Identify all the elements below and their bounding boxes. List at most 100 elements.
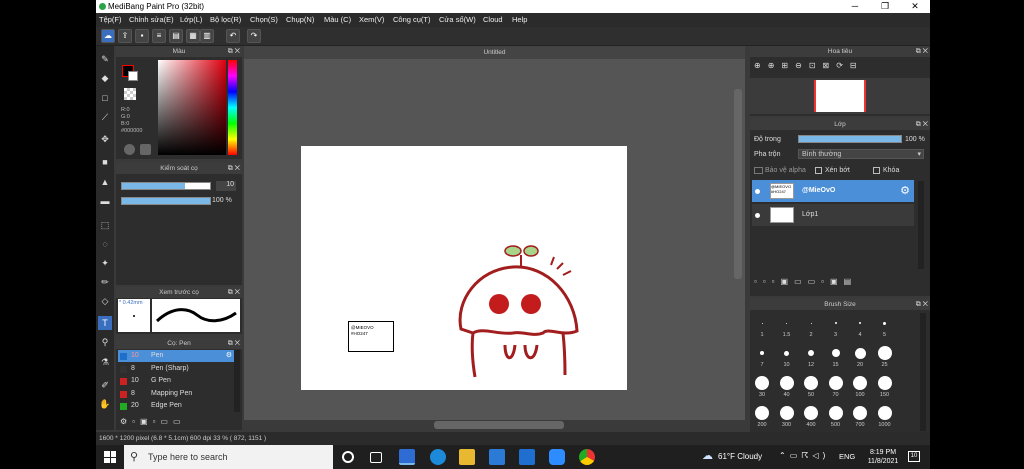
color-saturation-field[interactable]: [158, 60, 226, 155]
menu-color[interactable]: Màu (C): [324, 15, 351, 24]
panel-close-icon[interactable]: ⧉ ✕: [228, 287, 240, 298]
lock-checkbox[interactable]: [873, 167, 880, 174]
minimize-button[interactable]: ─: [840, 0, 870, 13]
layer-row[interactable]: @MIEOVO #HO247 @MieOvO ⚙: [752, 180, 914, 202]
hue-slider[interactable]: [228, 60, 237, 155]
brush-size-dot[interactable]: [804, 376, 818, 390]
note-icon[interactable]: ≡: [152, 29, 166, 43]
brush-size-dot[interactable]: [828, 376, 843, 390]
share-icon[interactable]: ⇪: [118, 29, 132, 43]
text-tool-icon[interactable]: T: [98, 316, 112, 330]
menu-capture[interactable]: Chụp(N): [286, 15, 314, 24]
panel-close-icon[interactable]: ⧉ ✕: [228, 46, 240, 57]
brush-size-dot[interactable]: [810, 322, 812, 324]
brush-size-dot[interactable]: [804, 406, 818, 420]
panel-close-icon[interactable]: ⧉ ✕: [916, 119, 928, 130]
brush-size-dot[interactable]: [760, 351, 764, 355]
hand-tool-icon[interactable]: ✋: [98, 397, 112, 411]
task-view-icon[interactable]: [370, 452, 382, 463]
fill-rect-tool-icon[interactable]: ■: [98, 155, 112, 169]
brush-size-value[interactable]: 10: [216, 181, 236, 191]
cloud-icon[interactable]: ☁: [101, 29, 115, 43]
select-eraser-icon[interactable]: ◇: [98, 294, 112, 308]
brush-size-dot[interactable]: [834, 322, 837, 324]
menu-cloud[interactable]: Cloud: [483, 15, 503, 24]
store-icon[interactable]: [489, 449, 505, 465]
brush-list-scrollbar[interactable]: [234, 350, 240, 412]
close-button[interactable]: ✕: [900, 0, 930, 13]
brush-list-item[interactable]: 10 Pen ⚙: [118, 350, 234, 362]
brush-size-dot[interactable]: [761, 322, 763, 324]
menu-help[interactable]: Help: [512, 15, 527, 24]
system-tray-icons[interactable]: ⌃▭☈◁): [779, 451, 829, 460]
gear-icon[interactable]: ⚙: [900, 180, 910, 202]
zoom-app-icon[interactable]: [549, 449, 565, 465]
cortana-icon[interactable]: [342, 451, 354, 463]
brush-size-dot[interactable]: [779, 406, 794, 420]
weather-text[interactable]: 61°F Cloudy: [718, 452, 762, 461]
eraser-tool-icon[interactable]: ◆: [98, 71, 112, 85]
brush-size-dot[interactable]: [786, 322, 787, 324]
menu-window[interactable]: Cửa sổ(W): [439, 15, 476, 24]
panel-close-icon[interactable]: ⧉ ✕: [916, 299, 928, 310]
background-color-swatch[interactable]: [128, 71, 138, 81]
navigator-thumbnail[interactable]: [814, 80, 866, 112]
brush-list-item[interactable]: 8 Pen (Sharp): [118, 363, 234, 375]
brush-size-dot[interactable]: [755, 406, 769, 420]
brush-list-item[interactable]: 8 Mapping Pen: [118, 388, 234, 400]
language-indicator[interactable]: ENG: [839, 452, 855, 461]
brush-tool-icon[interactable]: ✎: [98, 52, 112, 66]
magic-wand-icon[interactable]: ✦: [98, 256, 112, 270]
move-tool-icon[interactable]: ✥: [98, 132, 112, 146]
file-explorer-icon[interactable]: [459, 449, 475, 465]
brush-list-item[interactable]: 20 Edge Pen: [118, 400, 234, 412]
menu-edit[interactable]: Chỉnh sửa(E): [129, 15, 174, 24]
grid-icon[interactable]: ▥: [200, 29, 214, 43]
menu-layer[interactable]: Lớp(L): [180, 15, 202, 24]
layer-actions[interactable]: ▫▫▫▣▭▭▫▣▤: [754, 277, 857, 286]
brush-size-dot[interactable]: [883, 321, 886, 325]
brush-size-dot[interactable]: [755, 376, 769, 390]
brush-size-dot[interactable]: [877, 376, 892, 390]
panel-close-icon[interactable]: ⧉ ✕: [916, 46, 928, 57]
operation-tool-icon[interactable]: ⚲: [98, 335, 112, 349]
menu-select[interactable]: Chọn(S): [250, 15, 278, 24]
taskbar-search-box[interactable]: ⚲ Type here to search: [124, 445, 333, 469]
brush-size-slider[interactable]: [121, 182, 211, 190]
eyedropper-icon[interactable]: ✐: [98, 378, 112, 392]
edge-browser-icon[interactable]: [430, 449, 446, 465]
select-pen-icon[interactable]: ✏: [98, 275, 112, 289]
brush-size-dot[interactable]: [854, 347, 866, 359]
layer-visibility-icon[interactable]: [755, 189, 760, 194]
color-wheel-icon[interactable]: [124, 144, 135, 155]
vertical-scrollbar[interactable]: [734, 89, 742, 279]
comment-icon[interactable]: ▪: [135, 29, 149, 43]
lasso-tool-icon[interactable]: ◌: [98, 237, 112, 251]
line-tool-icon[interactable]: ⟋: [98, 110, 112, 124]
panel-close-icon[interactable]: ⧉ ✕: [228, 338, 240, 349]
chrome-icon[interactable]: [579, 449, 595, 465]
menu-file[interactable]: Tệp(F): [99, 15, 122, 24]
brush-size-dot[interactable]: [853, 406, 867, 420]
clock[interactable]: 8:19 PM 11/8/2021: [863, 448, 903, 466]
brush-size-dot[interactable]: [831, 349, 840, 357]
transparent-swatch[interactable]: [124, 88, 136, 100]
bucket-tool-icon[interactable]: ▲: [98, 175, 112, 189]
drawing-paper[interactable]: @MIEOVO #HO247: [301, 146, 627, 390]
brush-opacity-slider[interactable]: [121, 197, 211, 205]
layer-row[interactable]: Lớp1: [752, 204, 914, 226]
layer-opacity-slider[interactable]: [798, 135, 902, 143]
brush-size-dot[interactable]: [779, 376, 794, 390]
rectangle-tool-icon[interactable]: □: [98, 91, 112, 105]
medibang-taskbar-icon[interactable]: [399, 449, 415, 465]
brush-size-dot[interactable]: [877, 346, 892, 360]
mail-icon[interactable]: [519, 449, 535, 465]
clipping-checkbox[interactable]: [815, 167, 822, 174]
redo-button[interactable]: ↷: [247, 29, 261, 43]
undo-button[interactable]: ↶: [226, 29, 240, 43]
layer-scrollbar[interactable]: [918, 181, 924, 269]
navigator-zoom-controls[interactable]: ⊕⊕⊞⊖⊡⊠⟳⊟: [754, 61, 864, 70]
gradient-tool-icon[interactable]: ▬: [98, 194, 112, 208]
panel-icon[interactable]: ▤: [169, 29, 183, 43]
protect-alpha-checkbox[interactable]: [754, 167, 763, 174]
